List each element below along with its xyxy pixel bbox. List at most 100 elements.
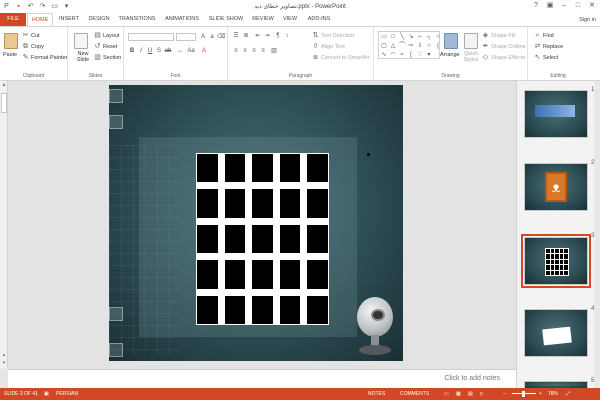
paste-icon[interactable]: [4, 33, 18, 49]
select-button[interactable]: ↖ Select: [534, 54, 559, 61]
star-shape-icon[interactable]: ☆: [425, 42, 433, 50]
triangle-shape-icon[interactable]: △: [389, 42, 397, 50]
layout-button[interactable]: ▤ Layout: [94, 32, 119, 39]
section-button[interactable]: ▥ Section: [94, 54, 121, 61]
down-arrow-shape-icon[interactable]: ⇩: [416, 42, 424, 50]
font-color-icon[interactable]: A: [200, 47, 208, 55]
current-slide[interactable]: [109, 85, 403, 361]
cut-button[interactable]: ✂ Cut: [22, 32, 40, 39]
zoom-slider-handle[interactable]: [522, 391, 525, 397]
tab-insert[interactable]: INSERT: [56, 13, 82, 26]
tab-addins[interactable]: ADD-INS: [304, 13, 334, 26]
slide-thumbnail-3[interactable]: [521, 234, 591, 288]
format-painter-button[interactable]: ✎ Format Painter: [22, 54, 68, 61]
zoom-level[interactable]: 78%: [548, 391, 558, 397]
decrease-indent-icon[interactable]: ⇤: [254, 32, 262, 40]
normal-view-icon[interactable]: ▭: [444, 391, 449, 397]
minimize-button[interactable]: –: [558, 0, 570, 12]
scroll-thumb[interactable]: [1, 93, 7, 113]
wave-shape-icon[interactable]: ≈: [398, 51, 406, 59]
bullets-icon[interactable]: ☰: [232, 32, 240, 40]
replace-button[interactable]: ⇄ Replace: [534, 43, 564, 50]
align-left-icon[interactable]: ≡: [232, 47, 240, 55]
bold-icon[interactable]: B: [128, 47, 136, 55]
slideshow-view-icon[interactable]: ▷: [480, 391, 484, 397]
slide-thumbnail-5[interactable]: [524, 381, 588, 388]
tab-file[interactable]: FILE: [0, 13, 26, 26]
change-case-icon[interactable]: Aa: [187, 47, 195, 55]
arrange-icon[interactable]: [444, 33, 458, 49]
tab-slideshow[interactable]: SLIDE SHOW: [207, 13, 245, 26]
reset-button[interactable]: ↺ Reset: [94, 43, 118, 50]
line-spacing-icon[interactable]: ↕: [283, 32, 291, 40]
shapes-gallery[interactable]: ▭ □ ╲ ↘ ⌐ ┐ ○ ▢ △ ⌒ ⇨ ⇩ ☆ { ∿ ◠ ≈ [ ♡ ▾: [378, 31, 440, 59]
hermann-grid-image[interactable]: [196, 153, 329, 325]
notes-pane[interactable]: Click to add notes: [8, 369, 516, 388]
reading-view-icon[interactable]: ▤: [468, 391, 473, 397]
text-direction-button[interactable]: ⇅ Text Direction: [312, 32, 355, 39]
align-right-icon[interactable]: ≡: [250, 47, 258, 55]
sign-in-link[interactable]: Sign in: [579, 17, 596, 23]
clear-format-icon[interactable]: ⌫: [217, 33, 225, 41]
help-icon[interactable]: ?: [530, 0, 542, 12]
align-text-button[interactable]: ⇳ Align Text: [312, 43, 345, 50]
italic-icon[interactable]: I: [137, 47, 145, 55]
numbering-icon[interactable]: ≣: [242, 32, 250, 40]
increase-font-icon[interactable]: A: [199, 33, 207, 41]
arrange-button[interactable]: Arrange: [440, 52, 460, 58]
shape-outline-button[interactable]: ✒ Shape Outline: [482, 43, 526, 50]
scroll-up-icon[interactable]: ▲: [0, 81, 8, 89]
align-center-icon[interactable]: ≡: [241, 47, 249, 55]
slide-thumbnail-1[interactable]: [524, 90, 588, 138]
rect-shape-icon[interactable]: □: [389, 33, 397, 41]
shape-fill-button[interactable]: ◈ Shape Fill: [482, 32, 516, 39]
oval-shape-icon[interactable]: ○: [434, 33, 442, 41]
maximize-button[interactable]: □: [572, 0, 584, 12]
spelling-icon[interactable]: ▣: [44, 391, 49, 397]
new-slide-button[interactable]: New Slide: [72, 51, 94, 63]
tab-view[interactable]: VIEW: [279, 13, 301, 26]
tab-design[interactable]: DESIGN: [86, 13, 112, 26]
strikethrough-icon[interactable]: ab: [164, 47, 172, 55]
comments-toggle[interactable]: COMMENTS: [400, 391, 429, 397]
copy-button[interactable]: ⧉ Copy: [22, 43, 44, 50]
arc-shape-icon[interactable]: ◠: [389, 51, 397, 59]
rounded-rect-shape-icon[interactable]: ▢: [380, 42, 388, 50]
notes-toggle[interactable]: NOTES: [368, 391, 385, 397]
fit-to-window-icon[interactable]: ⤢: [566, 391, 570, 397]
zoom-out-icon[interactable]: –: [503, 391, 506, 397]
tab-animations[interactable]: ANIMATIONS: [162, 13, 202, 26]
ribbon-display-options-icon[interactable]: ▣: [544, 0, 556, 12]
slide-thumbnail-2[interactable]: ᴥ: [524, 163, 588, 211]
justify-icon[interactable]: ≡: [259, 47, 267, 55]
robot-mascot-image[interactable]: [355, 297, 397, 357]
right-arrow-shape-icon[interactable]: ⇨: [407, 42, 415, 50]
thumbnail-scrollbar[interactable]: [594, 81, 600, 388]
shadow-icon[interactable]: S: [155, 47, 163, 55]
connector-shape-icon[interactable]: ┐: [425, 33, 433, 41]
character-spacing-icon[interactable]: ↔: [176, 47, 184, 55]
tab-home[interactable]: HOME: [27, 13, 53, 27]
curve-shape-icon[interactable]: ∿: [380, 51, 388, 59]
slide-sorter-icon[interactable]: ▦: [456, 391, 461, 397]
underline-icon[interactable]: U: [146, 47, 154, 55]
rtl-icon[interactable]: ¶: [274, 32, 282, 40]
columns-icon[interactable]: ▥: [270, 47, 278, 55]
convert-smartart-button[interactable]: ⧈ Convert to SmartArt: [312, 54, 369, 61]
line-shape-icon[interactable]: ╲: [398, 33, 406, 41]
more-shapes-icon[interactable]: ▾: [425, 51, 433, 59]
quick-styles-icon[interactable]: [464, 33, 478, 49]
font-name-dropdown[interactable]: [128, 33, 174, 41]
decrease-font-icon[interactable]: a: [208, 33, 216, 41]
scroll-prev-slide-icon[interactable]: ▴: [0, 351, 8, 359]
tab-transitions[interactable]: TRANSITIONS: [117, 13, 157, 26]
font-size-dropdown[interactable]: [176, 33, 196, 41]
increase-indent-icon[interactable]: ⇥: [263, 32, 271, 40]
callout-shape-icon[interactable]: ⌒: [398, 42, 406, 50]
elbow-shape-icon[interactable]: ⌐: [416, 33, 424, 41]
arrow-shape-icon[interactable]: ↘: [407, 33, 415, 41]
language-indicator[interactable]: PERSIAN: [56, 391, 78, 397]
slide-thumbnail-4[interactable]: [524, 309, 588, 357]
close-button[interactable]: ✕: [586, 0, 598, 12]
tab-review[interactable]: REVIEW: [250, 13, 276, 26]
